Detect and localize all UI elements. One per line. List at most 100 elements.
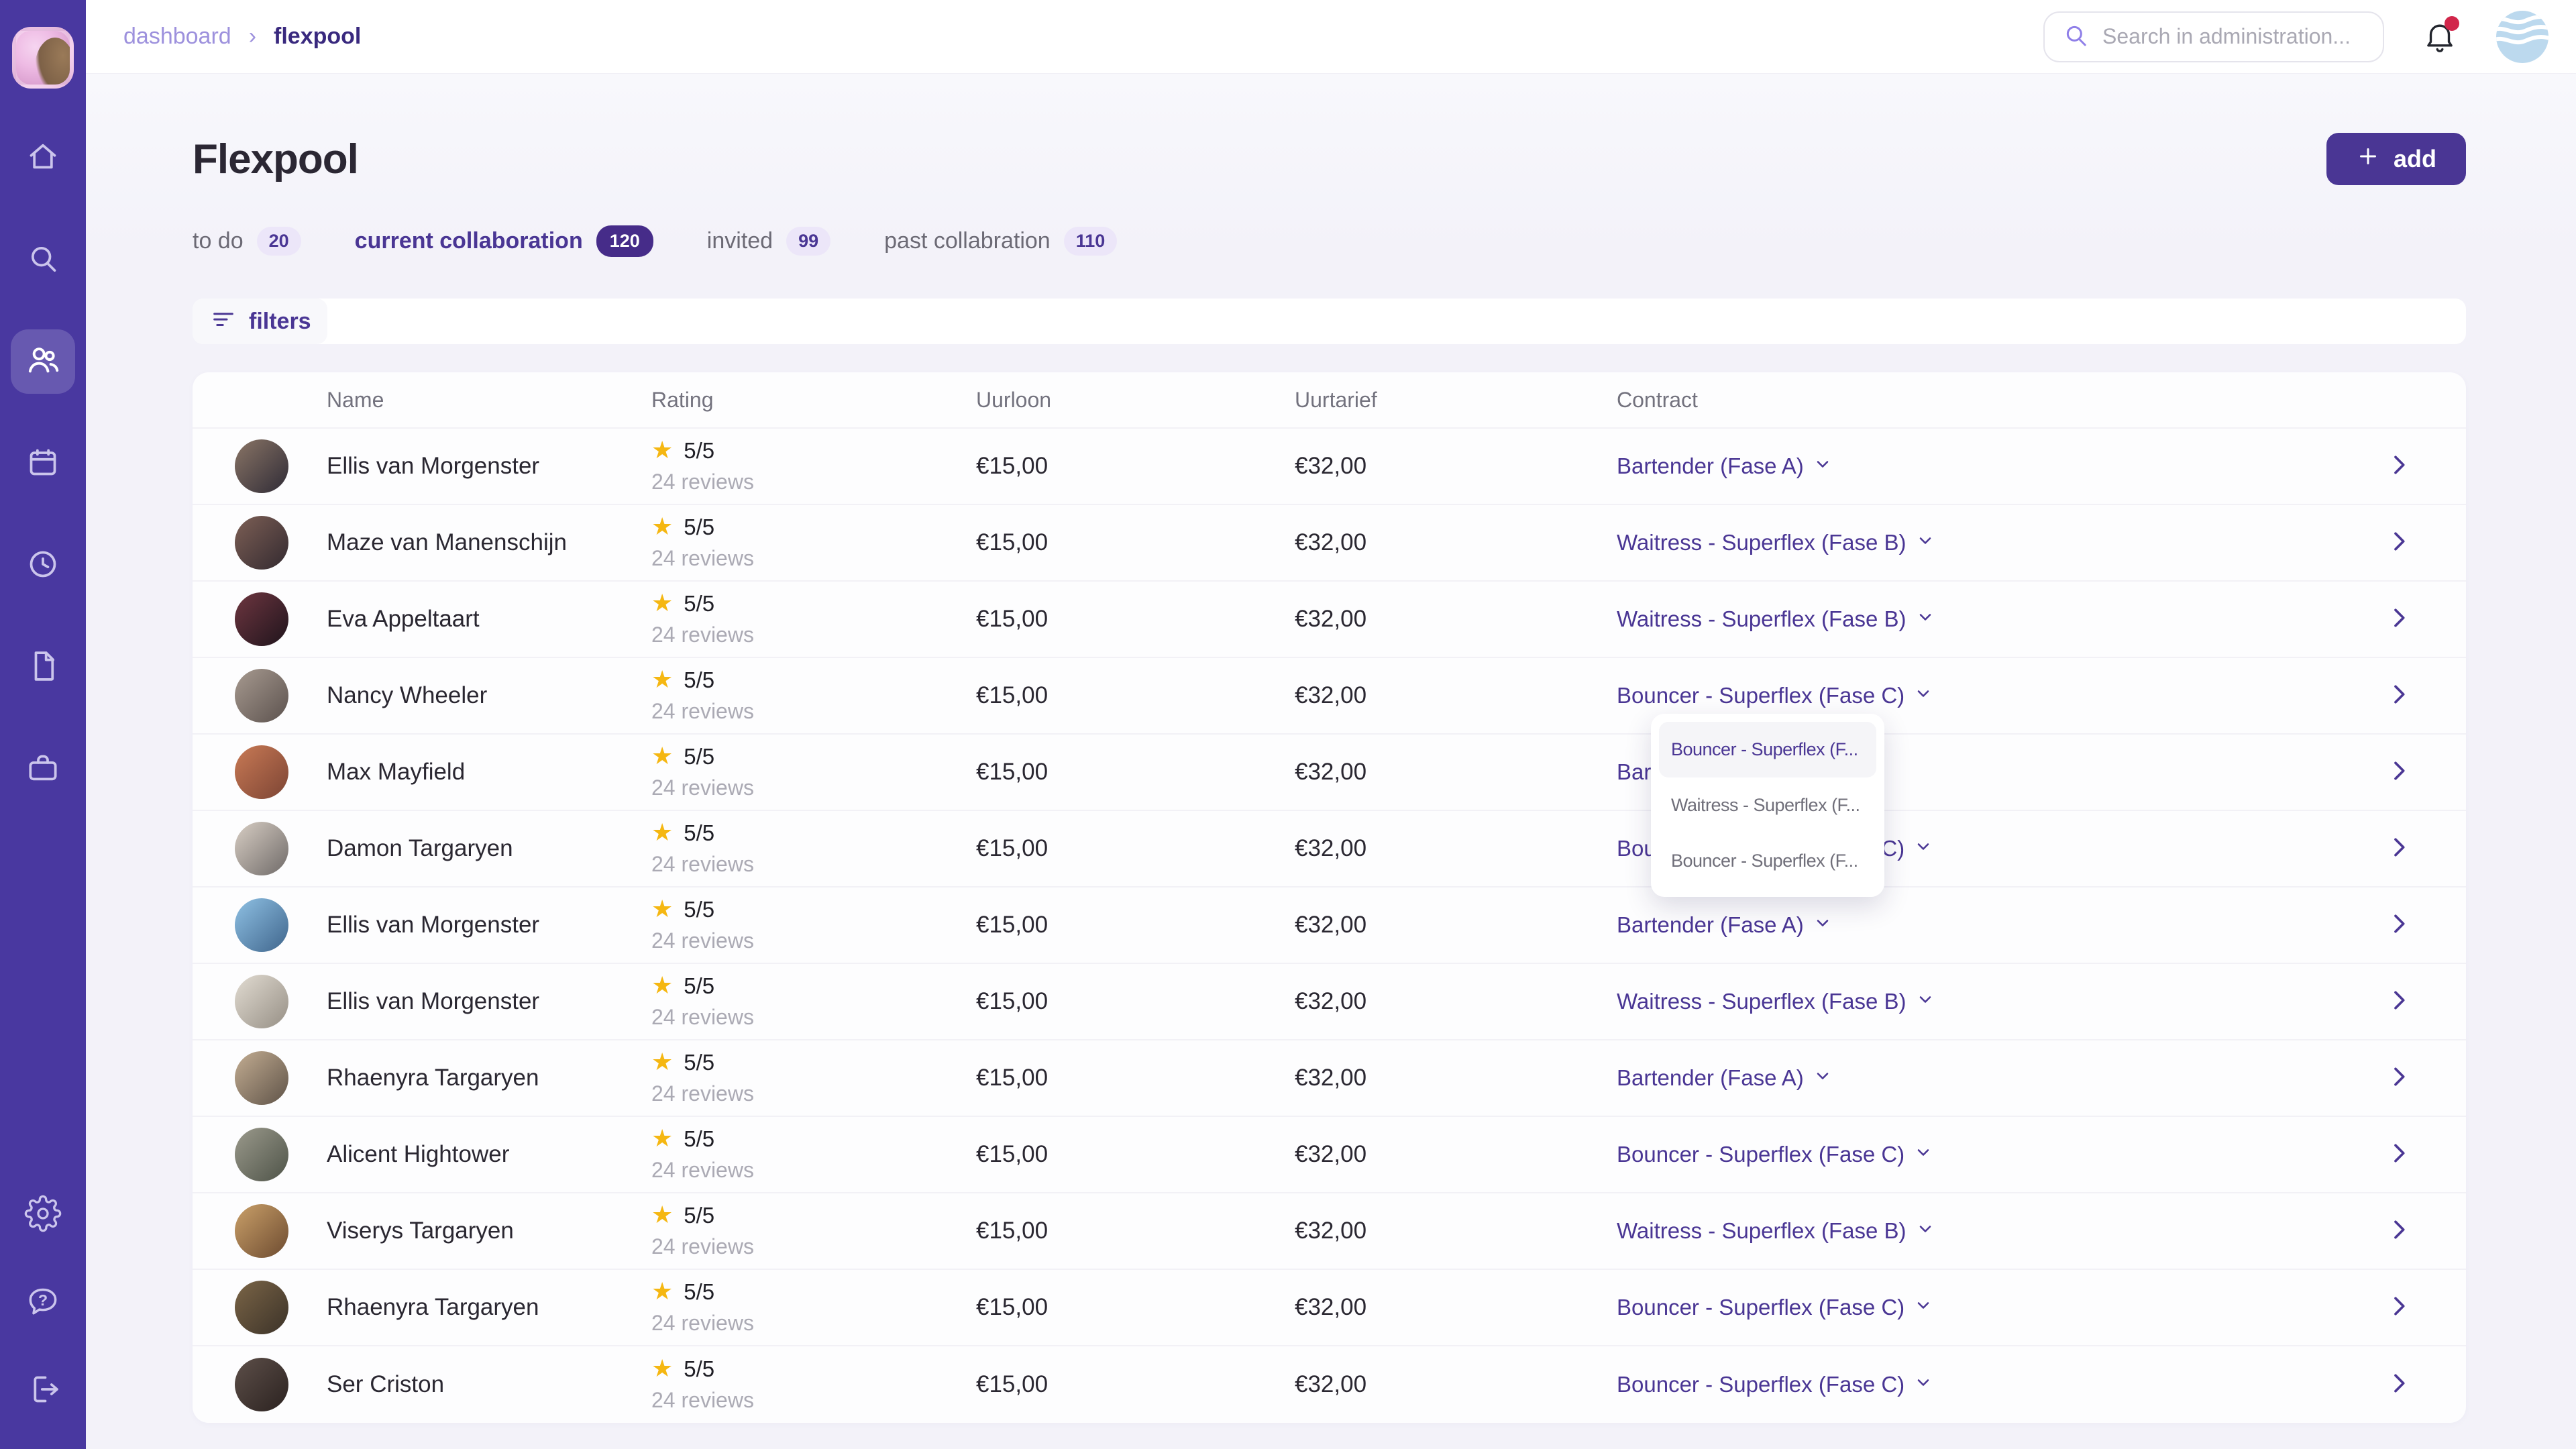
row-detail-button[interactable] xyxy=(2359,604,2439,635)
user-avatar[interactable] xyxy=(12,27,74,89)
uurtarief-value: €32,00 xyxy=(1295,912,1617,938)
row-detail-button[interactable] xyxy=(2359,1293,2439,1323)
sidebar-item-settings[interactable] xyxy=(11,1183,75,1247)
filters-button[interactable]: filters xyxy=(193,299,327,344)
rating-value: 5/5 xyxy=(684,1279,714,1305)
sidebar-item-calendar[interactable] xyxy=(11,431,75,496)
contract-value: Bouncer - Superflex (Fase C) xyxy=(1617,1295,1904,1320)
users-icon xyxy=(24,341,62,382)
rating-value: 5/5 xyxy=(684,438,714,464)
star-icon xyxy=(651,744,673,769)
table-row[interactable]: Ellis van Morgenster 5/5 24 reviews €15,… xyxy=(193,888,2466,964)
logout-icon xyxy=(24,1371,62,1411)
row-detail-button[interactable] xyxy=(2359,910,2439,941)
employee-name: Max Mayfield xyxy=(327,759,651,786)
table-row[interactable]: Rhaenyra Targaryen 5/5 24 reviews €15,00… xyxy=(193,1040,2466,1117)
sidebar-item-help[interactable]: ? xyxy=(11,1271,75,1335)
contract-select[interactable]: Waitress - Superflex (Fase B) xyxy=(1617,989,2359,1014)
table-row[interactable]: Max Mayfield 5/5 24 reviews €15,00 €32,0… xyxy=(193,735,2466,811)
avatar xyxy=(235,975,288,1028)
tab-current-collaboration[interactable]: current collaboration120 xyxy=(355,225,653,257)
table-row[interactable]: Maze van Manenschijn 5/5 24 reviews €15,… xyxy=(193,505,2466,582)
row-detail-button[interactable] xyxy=(2359,451,2439,482)
star-icon xyxy=(651,1279,673,1305)
filter-lines-icon xyxy=(210,307,237,337)
dropdown-option[interactable]: Bouncer - Superflex (F... xyxy=(1659,722,1876,777)
contract-select[interactable]: Waitress - Superflex (Fase B) xyxy=(1617,530,2359,555)
avatar xyxy=(235,822,288,875)
row-detail-button[interactable] xyxy=(2359,987,2439,1017)
tab-invited[interactable]: invited99 xyxy=(707,227,830,256)
table-row[interactable]: Nancy Wheeler 5/5 24 reviews €15,00 €32,… xyxy=(193,658,2466,735)
contract-select[interactable]: Bouncer - Superflex (Fase C) xyxy=(1617,1142,2359,1167)
dropdown-option[interactable]: Waitress - Superflex (F... xyxy=(1659,777,1876,833)
contract-value: Bouncer - Superflex (Fase C) xyxy=(1617,1372,1904,1397)
sidebar-item-home[interactable] xyxy=(11,125,75,190)
notifications-button[interactable] xyxy=(2422,17,2458,56)
rating-value: 5/5 xyxy=(684,820,714,846)
contract-select[interactable]: Bartender (Fase A) xyxy=(1617,1065,2359,1091)
sidebar-item-flexpool[interactable] xyxy=(11,329,75,394)
rating-value: 5/5 xyxy=(684,591,714,616)
uurtarief-value: €32,00 xyxy=(1295,682,1617,709)
star-icon xyxy=(651,897,673,922)
row-detail-button[interactable] xyxy=(2359,1370,2439,1400)
table-row[interactable]: Ellis van Morgenster 5/5 24 reviews €15,… xyxy=(193,429,2466,505)
dropdown-option[interactable]: Bouncer - Superflex (F... xyxy=(1659,833,1876,889)
chevron-right-icon xyxy=(2385,987,2412,1017)
sidebar-nav xyxy=(11,125,75,802)
avatar xyxy=(235,745,288,799)
admin-search[interactable] xyxy=(2043,11,2384,62)
sidebar-item-logout[interactable] xyxy=(11,1358,75,1423)
tab-to-do[interactable]: to do20 xyxy=(193,227,301,256)
rating-cell: 5/5 24 reviews xyxy=(651,1126,976,1183)
rating-value: 5/5 xyxy=(684,1356,714,1382)
contract-select[interactable]: Bouncer - Superflex (Fase C) xyxy=(1617,1295,2359,1320)
sidebar: ? xyxy=(0,0,86,1449)
add-button-label: add xyxy=(2394,145,2436,173)
row-detail-button[interactable] xyxy=(2359,1140,2439,1170)
row-detail-button[interactable] xyxy=(2359,757,2439,788)
star-icon xyxy=(651,1203,673,1228)
table-row[interactable]: Damon Targaryen 5/5 24 reviews €15,00 €3… xyxy=(193,811,2466,888)
add-button[interactable]: add xyxy=(2326,133,2466,185)
contract-select[interactable]: Bartender (Fase A) xyxy=(1617,453,2359,479)
avatar xyxy=(235,1204,288,1258)
reviews-count: 24 reviews xyxy=(651,928,976,953)
contract-select[interactable]: Waitress - Superflex (Fase B) xyxy=(1617,606,2359,632)
row-detail-button[interactable] xyxy=(2359,1216,2439,1246)
contract-select[interactable]: Bouncer - Superflex (Fase C) xyxy=(1617,683,2359,708)
table-row[interactable]: Ser Criston 5/5 24 reviews €15,00 €32,00… xyxy=(193,1346,2466,1423)
tab-past-collabration[interactable]: past collabration110 xyxy=(884,227,1117,256)
reviews-count: 24 reviews xyxy=(651,1388,976,1413)
rating-value: 5/5 xyxy=(684,515,714,540)
breadcrumb-dashboard[interactable]: dashboard xyxy=(123,23,231,50)
sidebar-item-search[interactable] xyxy=(11,227,75,292)
star-icon xyxy=(651,973,673,999)
table-row[interactable]: Viserys Targaryen 5/5 24 reviews €15,00 … xyxy=(193,1193,2466,1270)
filter-bar: filters xyxy=(193,299,2466,344)
sidebar-item-jobs[interactable] xyxy=(11,737,75,802)
contract-select[interactable]: Bouncer - Superflex (Fase C) xyxy=(1617,1372,2359,1397)
sidebar-item-hours[interactable] xyxy=(11,533,75,598)
row-detail-button[interactable] xyxy=(2359,1063,2439,1093)
uurloon-value: €15,00 xyxy=(976,1065,1295,1091)
star-icon xyxy=(651,591,673,616)
rating-cell: 5/5 24 reviews xyxy=(651,1356,976,1413)
chevron-down-icon xyxy=(1813,912,1832,938)
table-row[interactable]: Eva Appeltaart 5/5 24 reviews €15,00 €32… xyxy=(193,582,2466,658)
contract-value: Bartender (Fase A) xyxy=(1617,1065,1804,1091)
sidebar-item-documents[interactable] xyxy=(11,635,75,700)
row-detail-button[interactable] xyxy=(2359,834,2439,864)
rating-cell: 5/5 24 reviews xyxy=(651,820,976,877)
contract-select[interactable]: Bartender (Fase A) xyxy=(1617,912,2359,938)
row-detail-button[interactable] xyxy=(2359,528,2439,558)
table-row[interactable]: Rhaenyra Targaryen 5/5 24 reviews €15,00… xyxy=(193,1270,2466,1346)
uurloon-value: €15,00 xyxy=(976,453,1295,480)
row-detail-button[interactable] xyxy=(2359,681,2439,711)
search-input[interactable] xyxy=(2102,24,2384,49)
contract-select[interactable]: Waitress - Superflex (Fase B) xyxy=(1617,1218,2359,1244)
table-row[interactable]: Ellis van Morgenster 5/5 24 reviews €15,… xyxy=(193,964,2466,1040)
table-row[interactable]: Alicent Hightower 5/5 24 reviews €15,00 … xyxy=(193,1117,2466,1193)
chevron-right-icon xyxy=(2385,681,2412,711)
